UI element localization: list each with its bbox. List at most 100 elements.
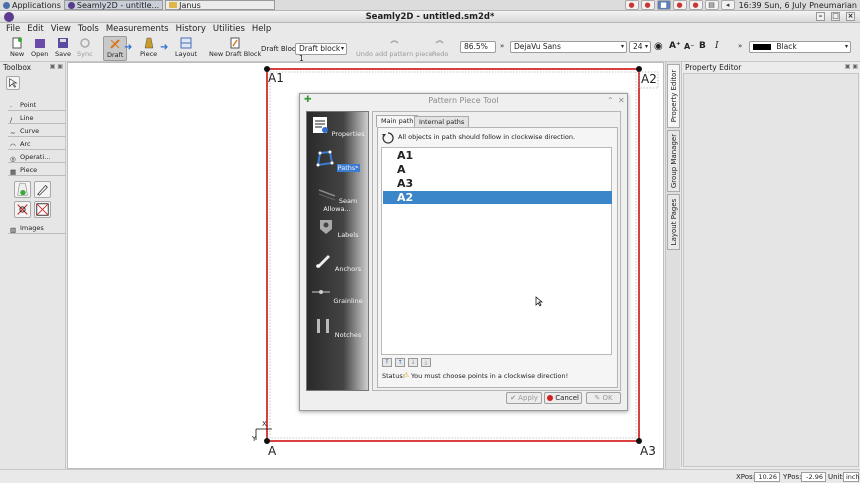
tool-group-arc[interactable]: ◠ Arc: [8, 139, 66, 150]
redo-icon: [435, 40, 444, 44]
labels-icon: [319, 220, 332, 234]
ok-button[interactable]: ✎ OK: [586, 392, 621, 404]
tray-app-icon[interactable]: ●: [688, 0, 703, 10]
applications-menu[interactable]: Applications: [0, 0, 64, 11]
list-item[interactable]: A: [383, 163, 612, 176]
font-value: DejaVu Sans: [514, 42, 561, 51]
menu-file[interactable]: File: [6, 24, 20, 34]
list-item[interactable]: A3: [383, 177, 612, 190]
path-list[interactable]: A1 A A3 A2: [381, 147, 612, 355]
tool-group-point[interactable]: · Point: [8, 100, 66, 111]
status-message: You must choose points in a clockwise di…: [411, 372, 569, 380]
side-item-grainline[interactable]: Grainline: [307, 282, 367, 305]
save-button[interactable]: Save: [55, 37, 71, 58]
side-item-paths[interactable]: Paths*: [307, 149, 367, 172]
font-increase-icon[interactable]: A⁺: [669, 41, 681, 51]
dialog-app-icon: ✚: [304, 95, 312, 105]
dock-float-close-icon[interactable]: ▣ ▣: [50, 63, 63, 70]
tray-app-icon[interactable]: ●: [672, 0, 687, 10]
units-field[interactable]: inch: [843, 472, 860, 482]
new-button[interactable]: New: [10, 37, 24, 58]
move-down-button[interactable]: ↓: [408, 358, 418, 367]
tool-group-label: Point: [20, 101, 37, 109]
maximize-icon[interactable]: □: [831, 12, 840, 21]
close-icon[interactable]: ✕: [618, 94, 625, 107]
menu-measurements[interactable]: Measurements: [106, 24, 169, 34]
side-item-label: Notches: [334, 331, 362, 339]
minimize-icon[interactable]: ⌃: [607, 94, 614, 107]
tray-app-icon[interactable]: ●: [640, 0, 655, 10]
tool-group-piece[interactable]: ▦ Piece: [8, 165, 66, 176]
move-up-button[interactable]: ↑: [395, 358, 405, 367]
workspace-switcher-icon[interactable]: ■: [656, 0, 671, 10]
add-piece-tool-button[interactable]: [14, 181, 31, 198]
font-select[interactable]: DejaVu Sans ▾: [510, 41, 627, 53]
eye-icon[interactable]: ◉: [654, 41, 663, 52]
menu-help[interactable]: Help: [252, 24, 271, 34]
list-item-selected[interactable]: A2: [383, 191, 612, 204]
properties-icon: [312, 117, 328, 133]
side-item-seam-allowance[interactable]: Seam Allowa...: [307, 182, 367, 213]
draft-block-select[interactable]: Draft block 1 ▾: [295, 43, 347, 63]
volume-icon[interactable]: ◂: [720, 0, 735, 10]
tab-group-manager[interactable]: Group Manager: [667, 130, 680, 192]
cancel-button[interactable]: Cancel: [544, 392, 582, 404]
font-size-select[interactable]: 24 ▾: [629, 41, 651, 53]
toolbar-extension-icon[interactable]: »: [738, 42, 742, 50]
side-item-labels[interactable]: Labels: [307, 216, 367, 239]
menu-tools[interactable]: Tools: [78, 24, 99, 34]
line-color-select[interactable]: Black ▾: [749, 41, 851, 53]
tool-group-images[interactable]: ▧ Images: [8, 223, 66, 234]
menubar: File Edit View Tools Measurements Histor…: [0, 23, 860, 35]
task-janus[interactable]: Janus: [165, 0, 276, 10]
apply-button[interactable]: ✔ Apply: [506, 392, 542, 404]
curve-icon: ∼: [10, 129, 16, 137]
task-seamly[interactable]: Seamly2D - untitle...: [63, 0, 164, 10]
open-button[interactable]: Open: [31, 37, 48, 58]
menu-view[interactable]: View: [51, 24, 71, 34]
tool-group-curve[interactable]: ∼ Curve: [8, 126, 66, 137]
tab-property-editor[interactable]: Property Editor: [667, 64, 680, 128]
new-draft-block-button[interactable]: New Draft Block: [209, 37, 261, 58]
sync-button[interactable]: Sync: [77, 37, 93, 58]
anchor-point-tool-button[interactable]: [34, 181, 51, 198]
main-toolbar: New Open Save Sync Draft ➜ Piece ➜ Layou…: [0, 35, 860, 63]
zoom-input[interactable]: 86.5%: [460, 41, 496, 53]
clock[interactable]: 16:39 Sun, 6 July Pneumarian: [736, 0, 860, 11]
insert-node-tool-button[interactable]: [34, 201, 51, 218]
layout-mode-button[interactable]: Layout: [175, 37, 197, 58]
tool-group-line[interactable]: / Line: [8, 113, 66, 124]
point-icon: ·: [10, 103, 13, 111]
dialog-titlebar[interactable]: ✚ Pattern Piece Tool ⌃ ✕: [300, 94, 627, 107]
line-icon: /: [10, 116, 13, 124]
move-top-button[interactable]: ⤒: [382, 358, 392, 367]
dock-float-close-icon[interactable]: ▣ ▣: [845, 63, 858, 70]
color-swatch: [753, 44, 771, 50]
tab-main-path[interactable]: Main path: [376, 115, 419, 127]
network-icon[interactable]: ▤: [704, 0, 719, 10]
side-item-notches[interactable]: Notches: [307, 316, 367, 339]
font-decrease-icon[interactable]: A⁻: [684, 42, 694, 51]
minimize-icon[interactable]: –: [816, 12, 825, 21]
menu-edit[interactable]: Edit: [27, 24, 43, 34]
menu-history[interactable]: History: [176, 24, 206, 34]
side-item-properties[interactable]: Properties: [307, 115, 367, 138]
redo-button[interactable]: Redo: [432, 37, 448, 58]
side-item-anchors[interactable]: Anchors: [307, 250, 367, 273]
close-icon[interactable]: ×: [846, 12, 855, 21]
list-item[interactable]: A1: [383, 149, 612, 162]
bold-icon[interactable]: B: [699, 41, 706, 51]
internal-path-tool-button[interactable]: [14, 201, 31, 218]
move-bottom-button[interactable]: ⤓: [421, 358, 431, 367]
undo-button[interactable]: Undo add pattern piece: [356, 37, 433, 58]
open-label: Open: [31, 50, 49, 58]
pointer-tool-button[interactable]: [6, 76, 20, 90]
tray-app-icon[interactable]: ●: [624, 0, 639, 10]
tab-layout-pages[interactable]: Layout Pages: [667, 194, 680, 250]
italic-icon[interactable]: I: [715, 41, 719, 51]
menu-utilities[interactable]: Utilities: [213, 24, 245, 34]
piece-mode-button[interactable]: Piece: [140, 37, 157, 58]
toolbar-extension-icon[interactable]: »: [500, 42, 504, 50]
tab-internal-paths[interactable]: Internal paths: [414, 116, 470, 127]
tool-group-operations[interactable]: ◎ Operati...: [8, 152, 66, 163]
